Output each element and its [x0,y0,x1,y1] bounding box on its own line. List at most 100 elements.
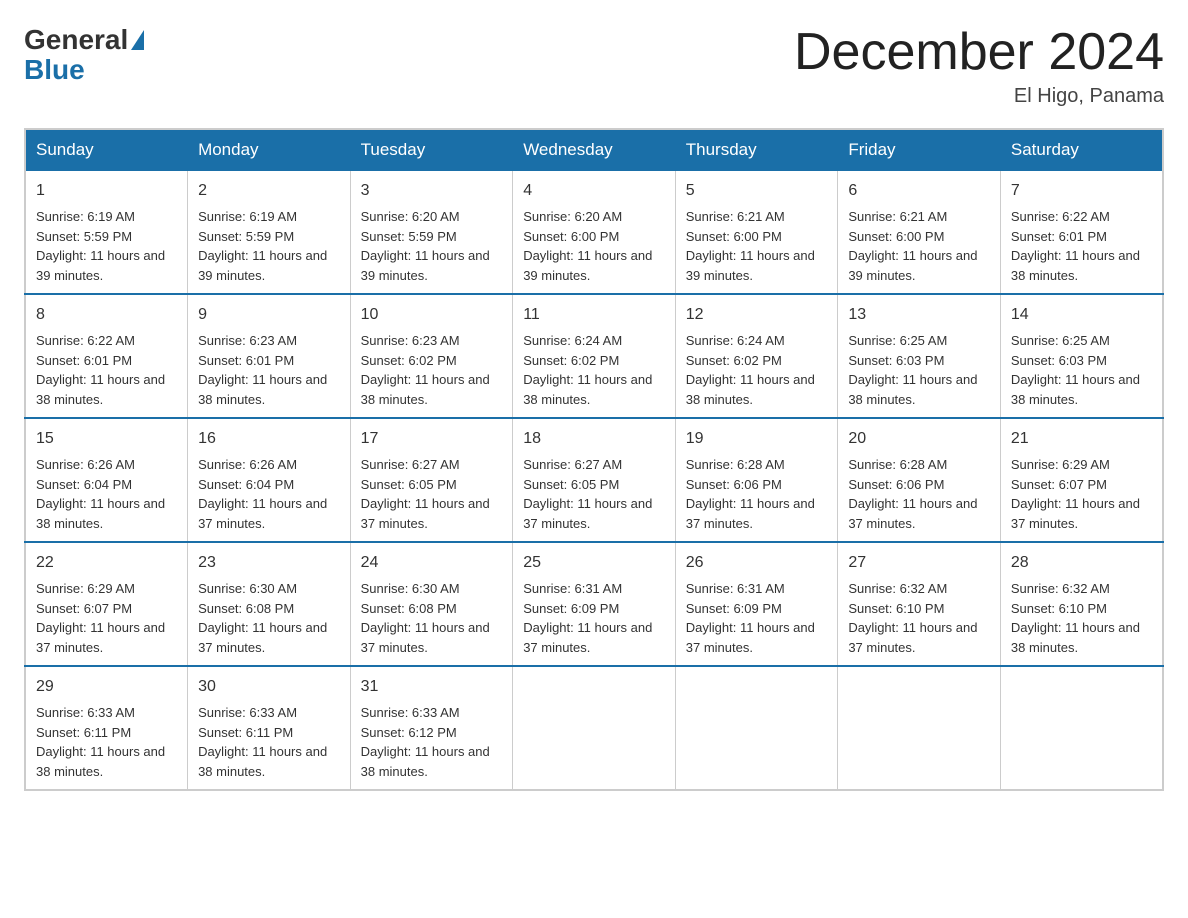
daylight-label: Daylight: 11 hours and 39 minutes. [198,248,327,283]
sunset-label: Sunset: 6:04 PM [198,477,294,492]
logo-arrow-icon [131,30,144,50]
daylight-label: Daylight: 11 hours and 37 minutes. [848,620,977,655]
sunrise-label: Sunrise: 6:30 AM [361,581,460,596]
logo: General Blue [24,24,144,86]
sunrise-label: Sunrise: 6:31 AM [523,581,622,596]
day-header-wednesday: Wednesday [513,129,676,171]
sunset-label: Sunset: 6:02 PM [523,353,619,368]
calendar-cell: 5Sunrise: 6:21 AMSunset: 6:00 PMDaylight… [675,171,838,295]
sunrise-label: Sunrise: 6:33 AM [361,705,460,720]
day-number: 23 [198,551,340,575]
daylight-label: Daylight: 11 hours and 38 minutes. [36,372,165,407]
sunset-label: Sunset: 6:10 PM [1011,601,1107,616]
sunset-label: Sunset: 6:00 PM [523,229,619,244]
daylight-label: Daylight: 11 hours and 37 minutes. [686,620,815,655]
sunrise-label: Sunrise: 6:30 AM [198,581,297,596]
calendar-week-row: 1 Sunrise: 6:19 AM Sunset: 5:59 PM Daylight… [25,171,1163,295]
calendar-table: SundayMondayTuesdayWednesdayThursdayFrid… [24,128,1164,791]
daylight-label: Daylight: 11 hours and 38 minutes. [198,372,327,407]
calendar-cell: 1Sunrise: 6:19 AMSunset: 5:59 PMDaylight… [25,171,188,295]
daylight-label: Daylight: 11 hours and 37 minutes. [848,496,977,531]
day-number: 12 [686,303,828,327]
sunset-label: Sunset: 6:09 PM [686,601,782,616]
day-number: 5 [686,179,828,203]
sunrise-label: Sunrise: 6:24 AM [686,333,785,348]
calendar-cell: 15Sunrise: 6:26 AMSunset: 6:04 PMDayligh… [25,418,188,542]
calendar-cell: 9Sunrise: 6:23 AMSunset: 6:01 PMDaylight… [188,294,351,418]
day-number: 21 [1011,427,1152,451]
daylight-label: Daylight: 11 hours and 38 minutes. [361,372,490,407]
day-number: 1 [36,179,177,203]
day-number: 7 [1011,179,1152,203]
day-number: 6 [848,179,990,203]
sunrise-label: Sunrise: 6:33 AM [198,705,297,720]
daylight-label: Daylight: 11 hours and 39 minutes. [361,248,490,283]
sunrise-label: Sunrise: 6:20 AM [523,209,622,224]
page-header: General Blue December 2024 El Higo, Pana… [24,24,1164,108]
daylight-label: Daylight: 11 hours and 38 minutes. [198,744,327,779]
sunrise-label: Sunrise: 6:22 AM [1011,209,1110,224]
sunrise-label: Sunrise: 6:24 AM [523,333,622,348]
day-number: 13 [848,303,990,327]
sunrise-label: Sunrise: 6:27 AM [523,457,622,472]
sunset-label: Sunset: 6:11 PM [198,725,293,740]
day-number: 9 [198,303,340,327]
calendar-cell: 21Sunrise: 6:29 AMSunset: 6:07 PMDayligh… [1000,418,1163,542]
day-header-saturday: Saturday [1000,129,1163,171]
day-header-friday: Friday [838,129,1001,171]
sunset-label: Sunset: 6:08 PM [198,601,294,616]
sunrise-label: Sunrise: 6:19 AM [36,209,135,224]
sunrise-label: Sunrise: 6:23 AM [198,333,297,348]
daylight-label: Daylight: 11 hours and 38 minutes. [848,372,977,407]
daylight-label: Daylight: 11 hours and 37 minutes. [523,496,652,531]
calendar-cell: 30Sunrise: 6:33 AMSunset: 6:11 PMDayligh… [188,666,351,790]
calendar-week-row: 8Sunrise: 6:22 AMSunset: 6:01 PMDaylight… [25,294,1163,418]
day-number: 17 [361,427,503,451]
sunrise-label: Sunrise: 6:27 AM [361,457,460,472]
sunset-label: Sunset: 5:59 PM [361,229,457,244]
day-number: 19 [686,427,828,451]
sunrise-label: Sunrise: 6:25 AM [848,333,947,348]
sunrise-label: Sunrise: 6:33 AM [36,705,135,720]
daylight-label: Daylight: 11 hours and 38 minutes. [1011,248,1140,283]
daylight-label: Daylight: 11 hours and 39 minutes. [523,248,652,283]
sunset-label: Sunset: 6:02 PM [361,353,457,368]
calendar-cell: 18Sunrise: 6:27 AMSunset: 6:05 PMDayligh… [513,418,676,542]
calendar-cell: 4 Sunrise: 6:20 AM Sunset: 6:00 PM Daylight… [513,171,676,295]
calendar-cell [675,666,838,790]
calendar-cell: 6Sunrise: 6:21 AMSunset: 6:00 PMDaylight… [838,171,1001,295]
daylight-label: Daylight: 11 hours and 39 minutes. [848,248,977,283]
calendar-cell: 24Sunrise: 6:30 AMSunset: 6:08 PMDayligh… [350,542,513,666]
sunrise-label: Sunrise: 6:28 AM [848,457,947,472]
sunset-label: Sunset: 6:01 PM [1011,229,1107,244]
day-number: 26 [686,551,828,575]
sunset-label: Sunset: 6:08 PM [361,601,457,616]
calendar-cell [838,666,1001,790]
sunrise-label: Sunrise: 6:22 AM [36,333,135,348]
sunset-label: Sunset: 6:00 PM [686,229,782,244]
day-number: 28 [1011,551,1152,575]
daylight-label: Daylight: 11 hours and 37 minutes. [198,496,327,531]
title-area: December 2024 El Higo, Panama [794,24,1164,108]
day-number: 15 [36,427,177,451]
day-number: 16 [198,427,340,451]
sunrise-label: Sunrise: 6:21 AM [848,209,947,224]
sunset-label: Sunset: 6:11 PM [36,725,131,740]
day-header-thursday: Thursday [675,129,838,171]
sunrise-label: Sunrise: 6:20 AM [361,209,460,224]
calendar-week-row: 15Sunrise: 6:26 AMSunset: 6:04 PMDayligh… [25,418,1163,542]
daylight-label: Daylight: 11 hours and 37 minutes. [361,620,490,655]
day-number: 27 [848,551,990,575]
calendar-cell: 26Sunrise: 6:31 AMSunset: 6:09 PMDayligh… [675,542,838,666]
sunset-label: Sunset: 6:05 PM [361,477,457,492]
sunset-label: Sunset: 6:02 PM [686,353,782,368]
sunset-label: Sunset: 5:59 PM [198,229,294,244]
day-number: 4 [523,179,665,203]
sunset-label: Sunset: 6:05 PM [523,477,619,492]
day-number: 20 [848,427,990,451]
day-headers-row: SundayMondayTuesdayWednesdayThursdayFrid… [25,129,1163,171]
sunset-label: Sunset: 6:09 PM [523,601,619,616]
sunrise-label: Sunrise: 6:29 AM [36,581,135,596]
daylight-label: Daylight: 11 hours and 38 minutes. [1011,372,1140,407]
day-number: 3 [361,179,503,203]
